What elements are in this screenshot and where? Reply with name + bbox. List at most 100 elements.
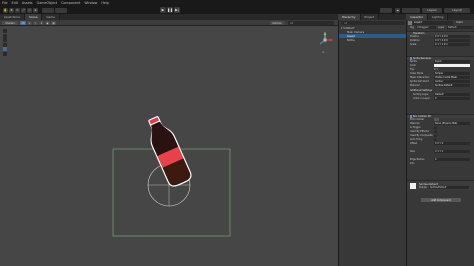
size-row: Size X 1 Y 1 <box>407 150 474 154</box>
layers-dropdown[interactable]: Layers <box>422 7 442 13</box>
order-in-layer-label: Order in Layer <box>413 97 430 101</box>
layout-dropdown[interactable]: Layout <box>444 7 470 13</box>
play-button-icon[interactable]: ▶ <box>160 7 166 13</box>
info-row[interactable]: Info <box>407 162 474 166</box>
sort-point-dropdown[interactable]: Center <box>434 80 470 84</box>
menu-gameobject[interactable]: GameObject <box>37 1 58 5</box>
gameobject-icon <box>408 21 412 25</box>
account-dropdown[interactable] <box>402 7 420 13</box>
menu-window[interactable]: Window <box>84 1 97 5</box>
cloud-icon[interactable]: ☁ <box>395 7 400 13</box>
orientation-gizmo-icon[interactable]: < <box>319 31 334 55</box>
shader-dropdown[interactable]: Sprites/Default <box>429 186 469 189</box>
sort-point-label: Sprite Sort Point <box>410 80 429 84</box>
size-field[interactable]: X 1 Y 1 <box>434 150 470 154</box>
menu-edit[interactable]: Edit <box>12 1 18 5</box>
pause-button-icon[interactable]: ❚❚ <box>167 7 173 13</box>
offset-label: Offset <box>410 142 417 146</box>
material-field[interactable]: Sprites-Default <box>434 84 470 88</box>
auto-tiling-label: Auto Tiling <box>410 138 423 142</box>
pivot-toggle[interactable] <box>42 7 54 13</box>
layer-dropdown[interactable]: Default <box>447 26 473 30</box>
hierarchy-panel: All ▾ Untitled* Main Camera Liquid Bottl… <box>338 20 407 266</box>
edge-radius-label: Edge Radius <box>410 158 425 162</box>
collider-material-label: Material <box>410 122 420 126</box>
scale-tool-icon[interactable]: ⤢ <box>21 7 26 13</box>
move-tool-icon[interactable]: ✥ <box>9 7 14 13</box>
collider-material-field[interactable]: None (Physics Mat) <box>434 122 470 126</box>
menu-file[interactable]: File <box>2 1 8 5</box>
size-label: Size <box>410 150 415 154</box>
add-component-button[interactable]: Add Component <box>421 198 461 202</box>
scale-label: Scale <box>410 43 417 47</box>
edit-collider-label: Edit Collider <box>410 118 425 122</box>
used-by-composite-label: Used By Composite <box>410 134 433 138</box>
flip-toggles[interactable]: X Y <box>434 68 438 71</box>
offset-field[interactable]: X 0 Y 0 <box>434 142 470 146</box>
main-toolbar: ✋ ✥ ⟳ ⤢ ▭ ⊕ ▶ ❚❚ ▶| ☁ Layers Layout <box>0 6 474 14</box>
hand-tool-icon[interactable]: ✋ <box>3 7 8 13</box>
menu-component[interactable]: Component <box>61 1 80 5</box>
step-button-icon[interactable]: ▶| <box>174 7 180 13</box>
tag-label: Tag <box>410 26 414 30</box>
transform-scale-row: Scale X 1 Y 1 Z 1 <box>407 43 474 47</box>
order-in-layer-row: Order in Layer 0 <box>407 97 474 101</box>
material-label: Material <box>410 84 420 88</box>
hidden-objects-icon[interactable]: ◉ <box>45 21 50 25</box>
gizmos-dropdown[interactable]: Gizmos <box>270 21 284 25</box>
order-in-layer-field[interactable]: 0 <box>434 97 470 101</box>
draw-mode-label: Draw Mode <box>410 72 424 76</box>
rotate-tool-icon[interactable]: ⟳ <box>15 7 20 13</box>
is-trigger-checkbox[interactable] <box>434 126 437 130</box>
static-toggle[interactable]: Static <box>456 21 463 24</box>
menu-assets[interactable]: Assets <box>22 1 33 5</box>
svg-text:<: < <box>322 50 325 54</box>
rect-tool-icon[interactable]: ▭ <box>27 7 32 13</box>
is-trigger-label: Is Trigger <box>410 126 421 130</box>
material-row: Material Sprites-Default <box>407 84 474 88</box>
effects-toggle-icon[interactable]: ✦ <box>39 21 44 25</box>
tag-dropdown[interactable]: Untagged <box>416 26 436 30</box>
tag-layer-row: Tag Untagged Layer Default <box>407 26 474 30</box>
material-section: Sprites-Default Shader Sprites/Default <box>407 180 474 190</box>
material-preview-icon <box>410 183 416 189</box>
position-label: Position <box>410 35 420 39</box>
position-field[interactable]: X 0 Y 0 Z 0 <box>434 35 470 39</box>
flip-label: Flip <box>410 68 415 72</box>
used-by-composite-checkbox[interactable] <box>434 134 437 138</box>
draw-mode-dropdown[interactable]: Simple <box>434 72 470 76</box>
scene-view[interactable]: < <box>0 26 338 266</box>
sprite-label: Sprite <box>410 60 417 64</box>
sorting-layer-dropdown[interactable]: Default <box>434 93 470 97</box>
scene-canvas[interactable]: < <box>0 26 338 266</box>
scene-search-input[interactable]: All <box>288 21 334 25</box>
audio-toggle-icon[interactable]: ♪ <box>33 21 38 25</box>
edge-radius-field[interactable]: 0 <box>434 158 470 162</box>
hierarchy-item-bottle[interactable]: Bottle <box>339 38 407 42</box>
sorting-layer-label: Sorting Layer <box>413 93 429 97</box>
used-by-effector-label: Used By Effector <box>410 130 430 134</box>
menu-help[interactable]: Help <box>101 1 109 5</box>
shader-label: Shader <box>419 186 428 190</box>
grid-toggle-icon[interactable]: ▦ <box>51 21 56 25</box>
scale-field[interactable]: X 1 Y 1 Z 1 <box>434 43 470 47</box>
lighting-toggle-icon[interactable]: ☀ <box>27 21 32 25</box>
collab-button[interactable] <box>380 7 392 13</box>
color-swatch[interactable] <box>434 64 470 68</box>
hierarchy-search-input[interactable]: All <box>341 21 405 25</box>
2d-toggle[interactable]: 2D <box>20 21 26 25</box>
shading-mode-dropdown[interactable]: Shaded <box>2 21 18 25</box>
edit-collider-button[interactable] <box>434 118 439 122</box>
sprite-field[interactable]: liquid <box>434 60 470 64</box>
additional-settings-label: Additional Settings <box>410 89 432 93</box>
transform-tool-icon[interactable]: ⊕ <box>33 7 38 13</box>
info-label: Info <box>410 162 415 166</box>
layer-label: Layer <box>438 26 445 30</box>
rotation-field[interactable]: X 0 Y 0 Z 0 <box>434 39 470 43</box>
global-toggle[interactable] <box>55 7 67 13</box>
used-by-effector-checkbox[interactable] <box>434 130 437 134</box>
object-name-field[interactable]: Liquid <box>413 21 453 25</box>
mask-interaction-dropdown[interactable]: Visible Inside Mask <box>434 76 470 80</box>
auto-tiling-checkbox[interactable] <box>434 138 437 142</box>
rotation-label: Rotation <box>410 39 420 43</box>
